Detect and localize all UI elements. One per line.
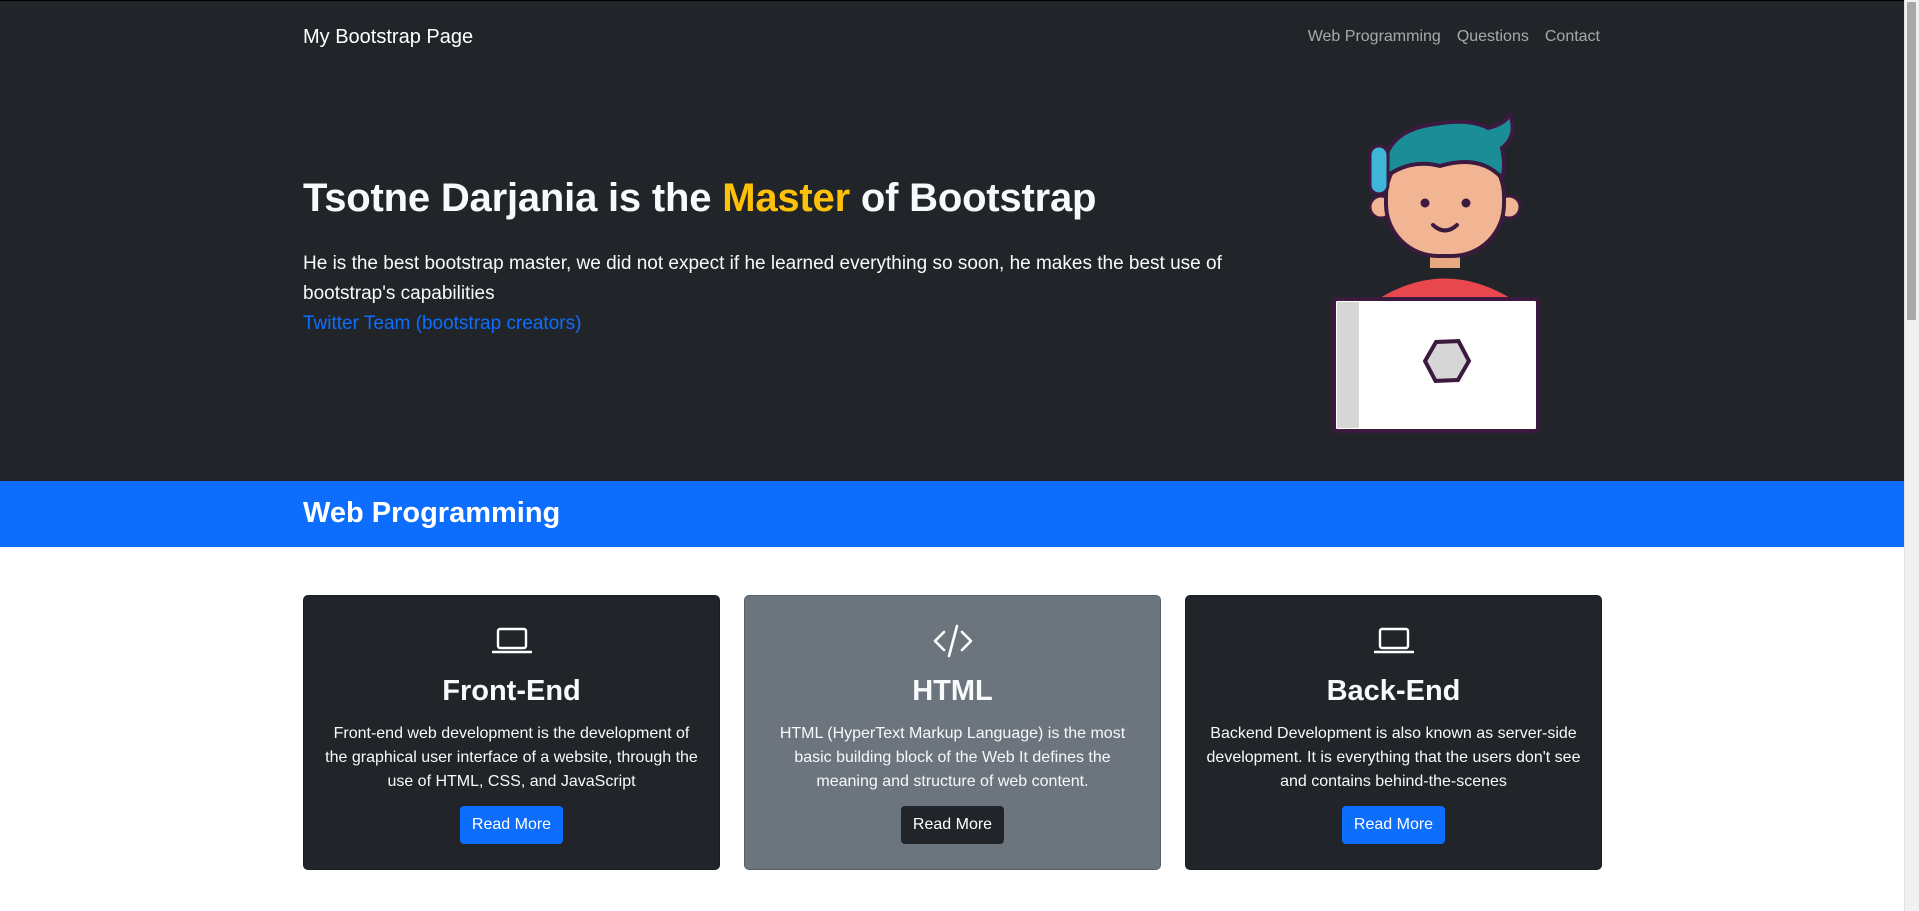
laptop-icon [304, 624, 719, 658]
nav-link-questions[interactable]: Questions [1457, 28, 1529, 46]
card-front-end: Front-End Front-end web development is t… [303, 595, 720, 870]
card-title: Back-End [1326, 675, 1461, 707]
hero-link[interactable]: Twitter Team (bootstrap creators) [303, 309, 581, 339]
hero-lead: He is the best bootstrap master, we did … [303, 249, 1238, 339]
card-html: HTML HTML (HyperText Markup Language) is… [744, 595, 1161, 870]
card-back-end: Back-End Backend Development is also kno… [1185, 595, 1602, 870]
hero-section: My Bootstrap Page Web Programming Questi… [0, 0, 1904, 481]
hero-lead-text: He is the best bootstrap master, we did … [303, 253, 1222, 304]
cards-row: Front-End Front-end web development is t… [303, 595, 1602, 870]
card-title: HTML [912, 675, 993, 707]
section-header: Web Programming [0, 481, 1904, 547]
card-text: Backend Development is also known as ser… [1206, 725, 1581, 790]
nav-link-contact[interactable]: Contact [1545, 28, 1600, 46]
page: My Bootstrap Page Web Programming Questi… [0, 0, 1904, 911]
nav-link-web-programming[interactable]: Web Programming [1308, 28, 1441, 46]
code-icon [745, 624, 1160, 658]
read-more-button[interactable]: Read More [459, 806, 564, 844]
scrollbar-thumb[interactable] [1907, 2, 1916, 320]
nav-links: Web Programming Questions Contact [1308, 28, 1600, 46]
card-text: Front-end web development is the develop… [325, 725, 698, 790]
section-title: Web Programming [303, 497, 561, 529]
hero-title-start: Tsotne Darjania is the [303, 176, 723, 220]
navbar: My Bootstrap Page Web Programming Questi… [303, 1, 1600, 77]
developer-illustration [1332, 108, 1540, 433]
vertical-scrollbar[interactable] [1904, 0, 1919, 911]
hero-title-accent: Master [722, 176, 850, 220]
hero-title-end: of Bootstrap [849, 176, 1097, 220]
read-more-button[interactable]: Read More [1341, 806, 1446, 844]
laptop-icon [1186, 624, 1601, 658]
card-text: HTML (HyperText Markup Language) is the … [779, 725, 1126, 790]
navbar-brand[interactable]: My Bootstrap Page [303, 26, 473, 49]
read-more-button[interactable]: Read More [900, 806, 1005, 844]
card-title: Front-End [442, 675, 581, 707]
